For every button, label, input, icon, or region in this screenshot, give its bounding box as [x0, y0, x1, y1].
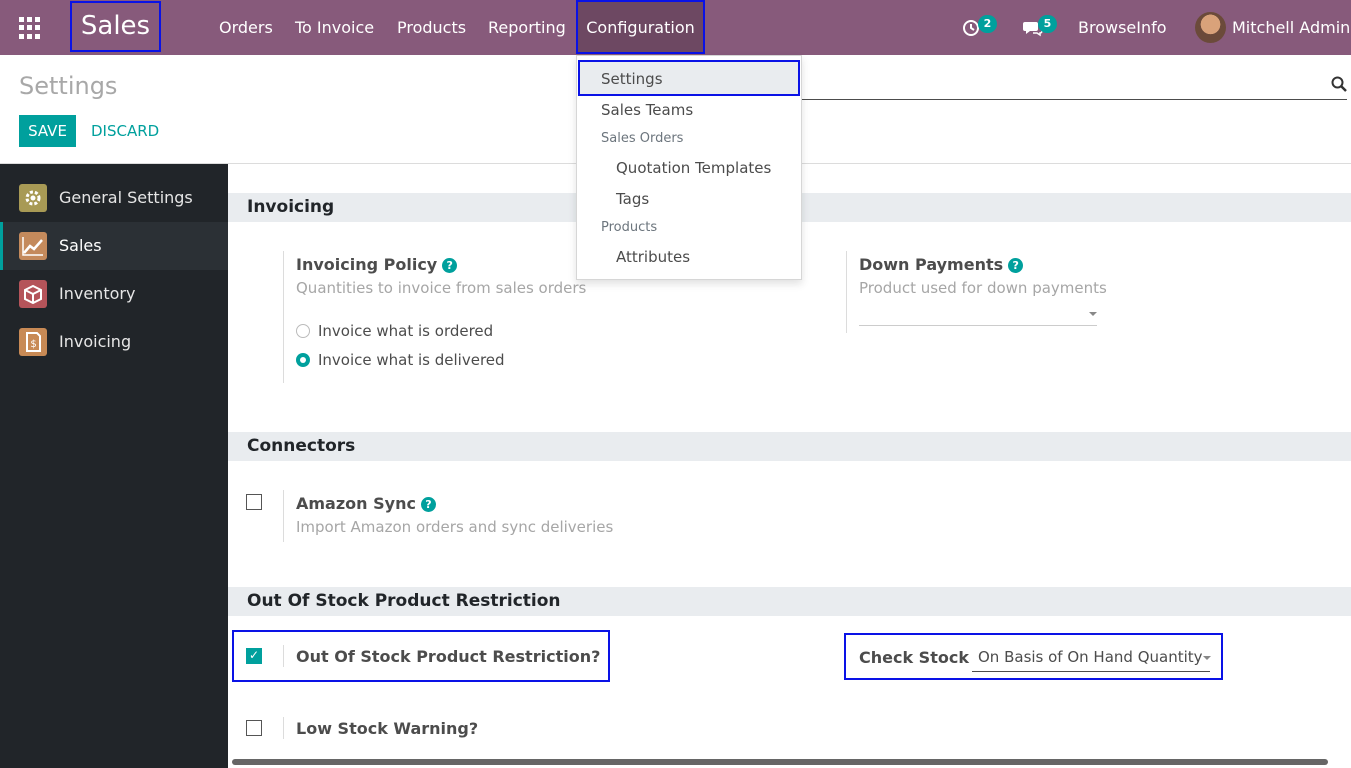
chevron-down-icon[interactable]: [1089, 312, 1097, 316]
dropdown-item-sales-teams[interactable]: Sales Teams: [601, 101, 693, 119]
section-title: Out Of Stock Product Restriction: [247, 591, 561, 611]
sidebar-item-label: General Settings: [59, 188, 193, 207]
amazon-sync-text: Amazon Sync: [296, 494, 416, 513]
check-stock-select[interactable]: On Basis of On Hand Quantity: [978, 648, 1210, 666]
invoice-icon: $: [19, 328, 47, 356]
dropdown-item-settings-label[interactable]: Settings: [601, 70, 663, 88]
save-button[interactable]: SAVE: [19, 115, 76, 147]
activity-badge: 2: [978, 15, 997, 33]
amazon-sync-label: Amazon Sync?: [296, 494, 436, 513]
messages-button[interactable]: 5: [1021, 0, 1061, 55]
stock-restriction-checkbox[interactable]: ✓: [246, 648, 262, 664]
horizontal-scrollbar[interactable]: [232, 759, 1328, 765]
dropdown-header-sales-orders: Sales Orders: [601, 131, 684, 146]
setting-divider: [283, 645, 284, 667]
invoicing-policy-label: Invoicing Policy?: [296, 255, 458, 274]
down-payments-text: Down Payments: [859, 255, 1004, 274]
setting-divider: [846, 251, 847, 333]
down-payments-label: Down Payments?: [859, 255, 1024, 274]
sidebar-item-label: Inventory: [59, 284, 136, 303]
sidebar-item-sales[interactable]: Sales: [0, 222, 228, 270]
dropdown-item-tags[interactable]: Tags: [616, 190, 649, 208]
discard-button[interactable]: DISCARD: [91, 115, 159, 147]
low-stock-checkbox[interactable]: [246, 720, 262, 736]
radio-invoice-delivered[interactable]: [296, 353, 310, 367]
app-brand[interactable]: Sales: [70, 1, 161, 52]
inventory-box-icon: [19, 280, 47, 308]
company-switcher[interactable]: BrowseInfo: [1078, 0, 1167, 55]
low-stock-label: Low Stock Warning?: [296, 719, 479, 738]
top-navbar: Sales Orders To Invoice Products Reporti…: [0, 0, 1351, 55]
radio-label-ordered[interactable]: Invoice what is ordered: [318, 322, 493, 340]
svg-text:$: $: [30, 339, 36, 350]
section-out-of-stock: Out Of Stock Product Restriction: [228, 587, 1351, 616]
chevron-down-icon[interactable]: [1203, 656, 1211, 660]
settings-sidebar: General Settings Sales Inventory $ Invoi…: [0, 164, 228, 768]
help-icon[interactable]: ?: [442, 258, 458, 273]
gear-icon: [19, 184, 47, 212]
radio-invoice-ordered[interactable]: [296, 324, 310, 338]
menu-to-invoice[interactable]: To Invoice: [295, 0, 374, 55]
menu-configuration[interactable]: Configuration: [576, 0, 705, 54]
sidebar-item-general-settings[interactable]: General Settings: [0, 174, 228, 222]
user-avatar[interactable]: [1195, 12, 1226, 43]
menu-reporting[interactable]: Reporting: [488, 0, 566, 55]
menu-orders[interactable]: Orders: [219, 0, 273, 55]
dropdown-item-quotation-templates[interactable]: Quotation Templates: [616, 159, 771, 177]
menu-products[interactable]: Products: [397, 0, 466, 55]
user-menu[interactable]: Mitchell Admin: [1232, 0, 1350, 55]
radio-label-delivered[interactable]: Invoice what is delivered: [318, 351, 505, 369]
page-title: Settings: [19, 72, 118, 100]
amazon-sync-checkbox[interactable]: [246, 494, 262, 510]
stock-restriction-label: Out Of Stock Product Restriction?: [296, 647, 601, 666]
section-title: Invoicing: [247, 197, 335, 217]
sidebar-item-label: Sales: [59, 236, 102, 255]
setting-divider: [283, 717, 284, 739]
configuration-dropdown: Settings Sales Teams Sales Orders Quotat…: [576, 55, 802, 280]
amazon-sync-desc: Import Amazon orders and sync deliveries: [296, 518, 614, 536]
search-icon[interactable]: [1331, 76, 1347, 92]
help-icon[interactable]: ?: [1008, 258, 1024, 273]
dropdown-header-products: Products: [601, 220, 658, 235]
sidebar-item-invoicing[interactable]: $ Invoicing: [0, 318, 228, 366]
section-title: Connectors: [247, 436, 356, 456]
check-stock-label: Check Stock: [859, 648, 969, 667]
sidebar-item-label: Invoicing: [59, 332, 132, 351]
section-connectors: Connectors: [228, 432, 1351, 461]
dropdown-item-attributes[interactable]: Attributes: [616, 248, 690, 266]
invoicing-policy-desc: Quantities to invoice from sales orders: [296, 279, 587, 297]
down-payments-select[interactable]: [859, 325, 1097, 326]
messages-badge: 5: [1038, 15, 1057, 33]
setting-divider: [283, 251, 284, 383]
help-icon[interactable]: ?: [420, 497, 436, 512]
check-stock-underline: [972, 671, 1210, 672]
down-payments-desc: Product used for down payments: [859, 279, 1107, 297]
invoicing-policy-text: Invoicing Policy: [296, 255, 438, 274]
apps-menu-icon[interactable]: [19, 17, 41, 39]
sidebar-item-inventory[interactable]: Inventory: [0, 270, 228, 318]
setting-divider: [283, 490, 284, 542]
search-input[interactable]: [800, 99, 1347, 100]
activity-button[interactable]: 2: [960, 0, 1000, 55]
sales-chart-icon: [19, 232, 47, 260]
